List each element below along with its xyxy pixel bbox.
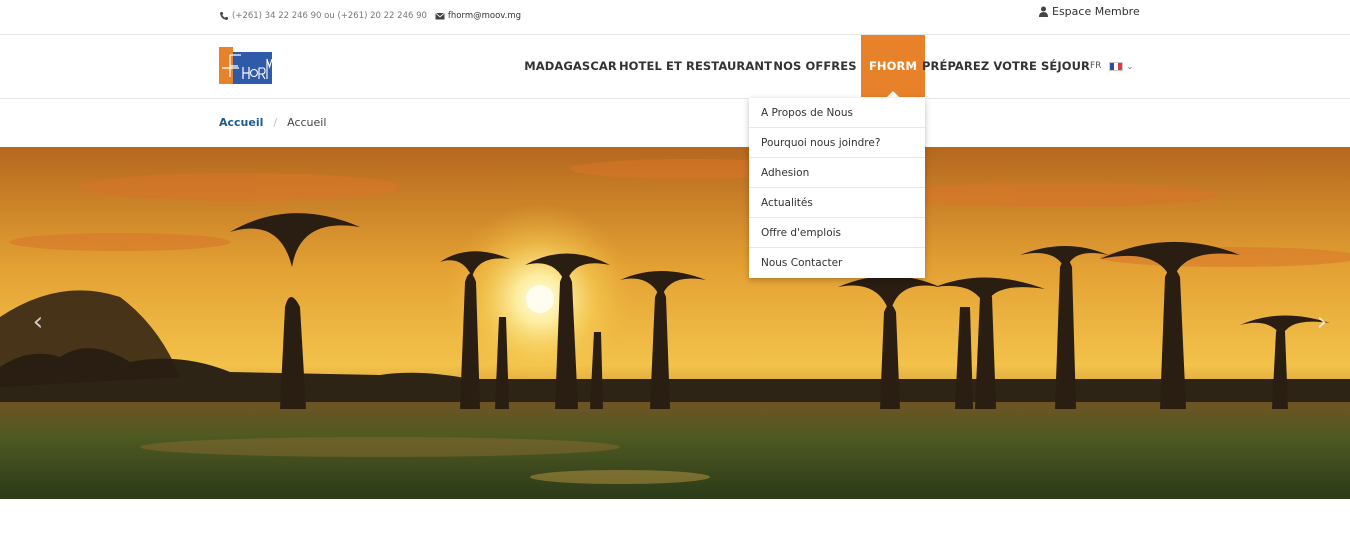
breadcrumb: Accueil / Accueil [219, 116, 326, 129]
breadcrumb-divider: / [273, 116, 278, 129]
fhorm-logo[interactable] [219, 47, 272, 84]
envelope-icon [435, 12, 445, 20]
main-header: MADAGASCAR HOTEL ET RESTAURANT NOS OFFRE… [0, 35, 1350, 99]
topbar: (+261) 34 22 246 90 ou (+261) 20 22 246 … [0, 0, 1350, 35]
member-area-link[interactable]: Espace Membre [1038, 5, 1140, 18]
chevron-down-icon: ⌄ [1126, 61, 1134, 71]
nav-madagascar[interactable]: MADAGASCAR [524, 35, 617, 97]
baobab-sunset-image [0, 147, 1350, 499]
menu-item-offre-emplois[interactable]: Offre d'emplois [749, 218, 925, 248]
chevron-left-icon: ‹ [32, 307, 44, 337]
hero-slider: ‹ › [0, 147, 1350, 499]
contact-info: (+261) 34 22 246 90 ou (+261) 20 22 246 … [219, 11, 521, 21]
breadcrumb-home-link[interactable]: Accueil [219, 116, 263, 129]
slider-next-arrow[interactable]: › [1312, 307, 1332, 337]
menu-item-a-propos[interactable]: A Propos de Nous [749, 98, 925, 128]
menu-item-pourquoi-nous-joindre[interactable]: Pourquoi nous joindre? [749, 128, 925, 158]
slider-prev-arrow[interactable]: ‹ [28, 307, 48, 337]
phone-icon [220, 12, 228, 20]
fhorm-dropdown-menu: A Propos de Nous Pourquoi nous joindre? … [749, 98, 925, 278]
language-selector[interactable]: FR ⌄ [1090, 61, 1133, 71]
breadcrumb-current: Accueil [287, 116, 327, 129]
chevron-right-icon: › [1316, 307, 1328, 337]
user-icon [1039, 6, 1048, 17]
phone-text: (+261) 34 22 246 90 ou (+261) 20 22 246 … [232, 11, 427, 21]
france-flag-icon [1109, 61, 1124, 71]
nav-nos-offres[interactable]: NOS OFFRES [773, 35, 856, 97]
nav-hotel-restaurant[interactable]: HOTEL ET RESTAURANT [619, 35, 772, 97]
nav-fhorm[interactable]: FHORM [861, 35, 925, 98]
email-link[interactable]: fhorm@moov.mg [448, 11, 521, 21]
menu-item-nous-contacter[interactable]: Nous Contacter [749, 248, 925, 278]
menu-item-actualites[interactable]: Actualités [749, 188, 925, 218]
nav-preparez-votre-sejour[interactable]: PRÉPAREZ VOTRE SÉJOUR [922, 35, 1090, 97]
member-area-label: Espace Membre [1052, 5, 1140, 18]
menu-item-adhesion[interactable]: Adhesion [749, 158, 925, 188]
language-code: FR [1090, 61, 1102, 71]
